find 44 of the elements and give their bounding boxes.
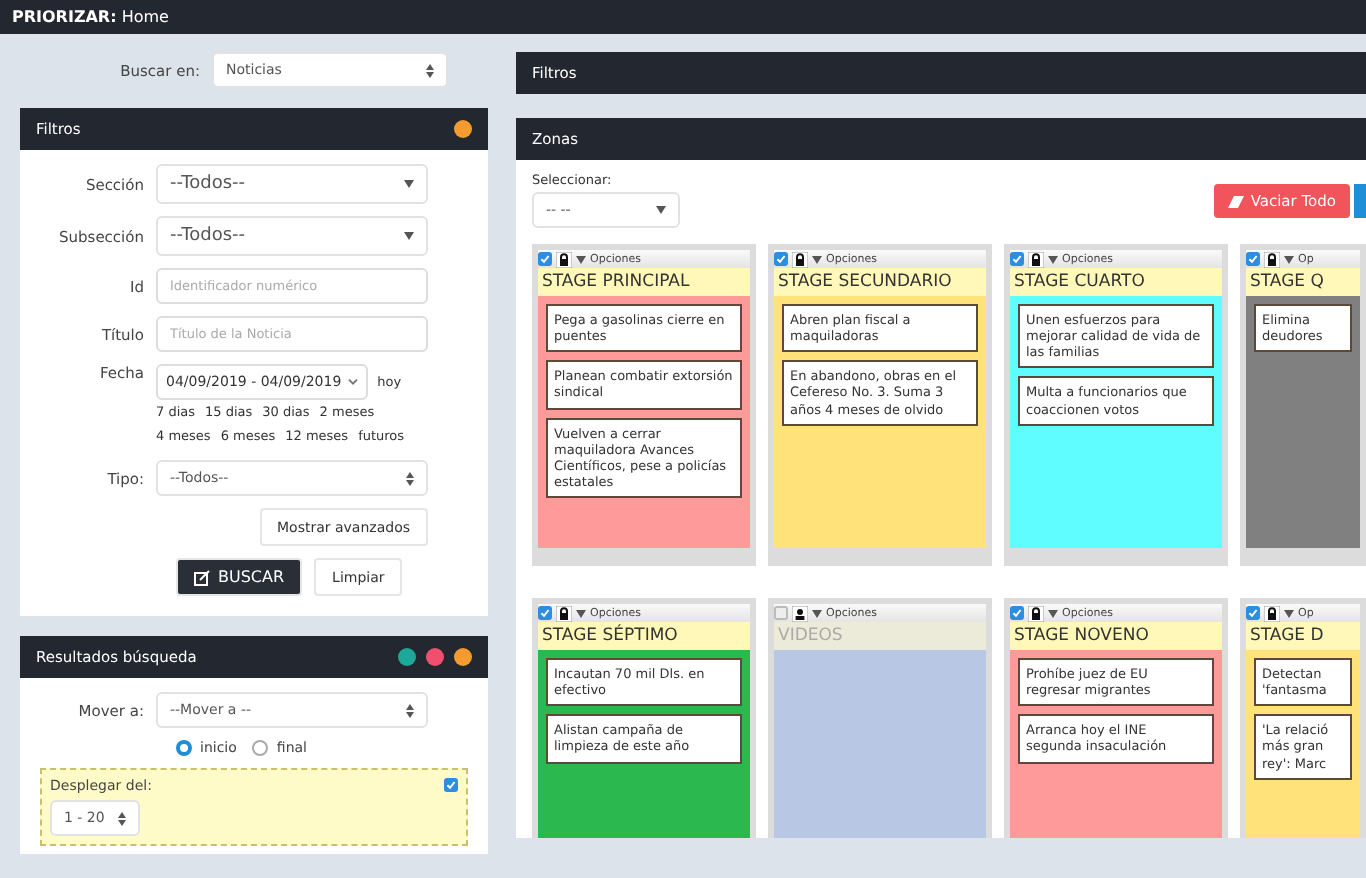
caret-icon: [404, 232, 414, 240]
zone-title: STAGE NOVENO: [1010, 622, 1222, 650]
zone-title: VIDEOS: [774, 622, 986, 650]
radio-button[interactable]: [252, 740, 269, 756]
lock-icon[interactable]: [556, 605, 572, 621]
checkbox[interactable]: [538, 606, 552, 620]
dropdown[interactable]: --Todos--: [156, 164, 428, 204]
zone-title: STAGE PRINCIPAL: [538, 268, 750, 296]
checkbox[interactable]: [1010, 606, 1024, 620]
checkbox[interactable]: [1246, 252, 1260, 266]
search-button[interactable]: BUSCAR: [176, 558, 303, 596]
checkbox[interactable]: [444, 778, 458, 792]
lock-icon[interactable]: [1264, 605, 1280, 621]
chevron-down-icon: [347, 378, 358, 386]
collapse-icon[interactable]: [454, 120, 472, 138]
checkbox[interactable]: [774, 252, 788, 266]
user-icon[interactable]: [792, 605, 808, 621]
delete-icon[interactable]: [426, 648, 444, 666]
lock-icon[interactable]: [792, 251, 808, 267]
lock-icon[interactable]: [1264, 251, 1280, 267]
eraser-icon: [1228, 195, 1245, 207]
up-down-arrows-icon: [406, 703, 414, 717]
radio-button[interactable]: [176, 740, 192, 756]
lock-icon[interactable]: [556, 251, 572, 267]
caret-icon: [404, 180, 414, 188]
up-down-arrows-icon: [406, 471, 414, 485]
page-title: PRIORIZAR: Home: [12, 8, 169, 26]
checkbox[interactable]: [1010, 252, 1024, 266]
up-down-arrows-icon: [426, 63, 434, 77]
lock-icon[interactable]: [1028, 605, 1044, 621]
checkbox[interactable]: [1246, 606, 1260, 620]
dropdown[interactable]: --Todos--: [156, 216, 428, 256]
lock-icon[interactable]: [1028, 251, 1044, 267]
checkbox[interactable]: [538, 252, 552, 266]
zone-title: STAGE CUARTO: [1010, 268, 1222, 296]
edit-icon: [194, 569, 210, 585]
collapse-icon[interactable]: [454, 648, 472, 666]
zone-title: STAGE SECUNDARIO: [774, 268, 986, 296]
refresh-icon[interactable]: [398, 648, 416, 666]
up-down-arrows-icon: [118, 811, 126, 825]
zone-title: STAGE D: [1246, 622, 1360, 650]
caret-icon: [656, 206, 666, 214]
zone-title: STAGE SÉPTIMO: [538, 622, 750, 650]
zone-title: STAGE Q: [1246, 268, 1360, 296]
